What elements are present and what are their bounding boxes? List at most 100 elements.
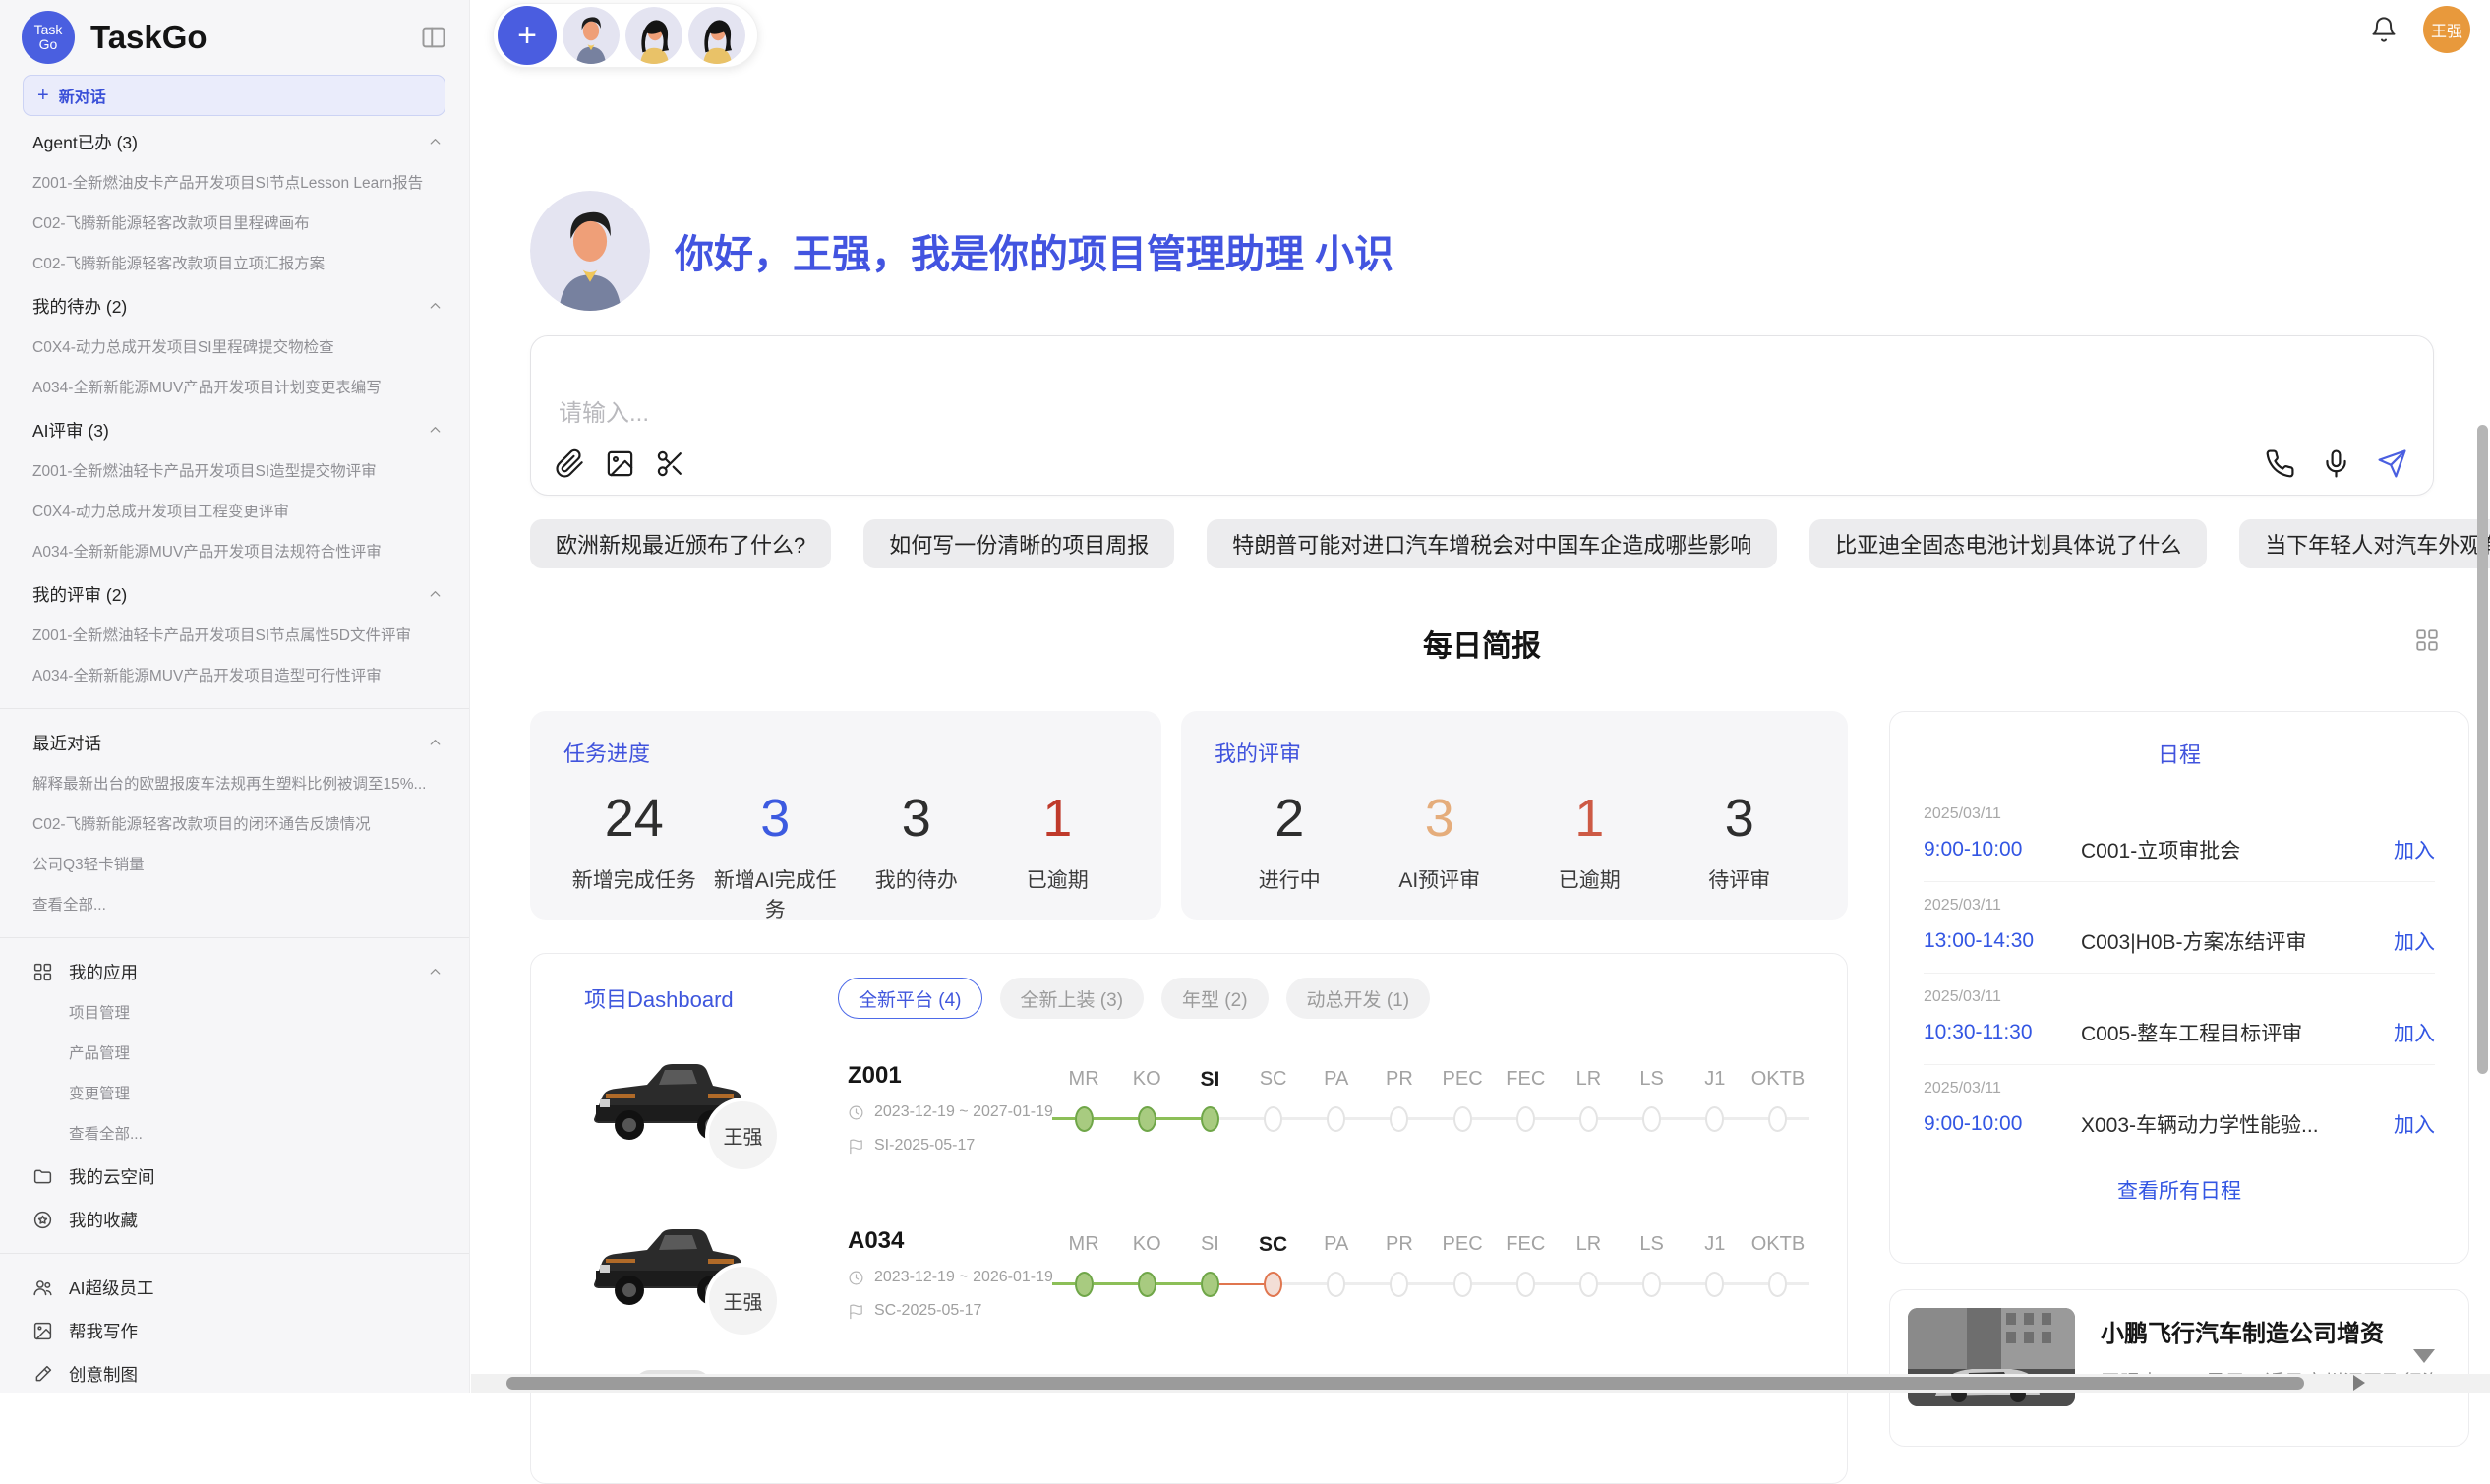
sidebar-section-header[interactable]: AI评审 (3) [0, 408, 469, 451]
sidebar-collapse-icon[interactable] [420, 24, 447, 51]
star-badge-icon [32, 1210, 53, 1230]
sidebar-item-favorites[interactable]: 我的收藏 [0, 1198, 469, 1241]
milestone-label: KO [1115, 1068, 1178, 1094]
attachment-icon[interactable] [555, 448, 585, 479]
sidebar-item[interactable]: A034-全新新能源MUV产品开发项目计划变更表编写 [0, 368, 469, 408]
avatar[interactable] [625, 7, 682, 64]
suggestion-chip[interactable]: 比亚迪全固态电池计划具体说了什么 [1809, 519, 2207, 568]
layout-grid-icon[interactable] [2414, 627, 2440, 653]
tab-new-platform[interactable]: 全新平台 (4) [838, 978, 982, 1019]
sidebar-item-help-write[interactable]: 帮我写作 [0, 1309, 469, 1352]
milestone-node [1579, 1106, 1598, 1132]
suggestion-chip[interactable]: 欧洲新规最近颁布了什么? [530, 519, 831, 568]
sidebar-item-creative-draw[interactable]: 创意制图 [0, 1352, 469, 1393]
news-card[interactable]: 小鹏飞行汽车制造公司增资 天眼查 App 显示，近日广州汇天飞行汽... [1889, 1289, 2469, 1447]
notification-bell-icon[interactable] [2370, 16, 2398, 43]
user-avatar[interactable]: 王强 [2423, 6, 2470, 53]
greeting-title: 你好，王强，我是你的项目管理助理 小识 [675, 222, 1393, 279]
news-title: 小鹏飞行汽车制造公司增资 [2101, 1308, 2451, 1348]
join-link[interactable]: 加入 [2394, 926, 2435, 956]
stat-value: 1 [1514, 788, 1665, 849]
tab-new-body[interactable]: 全新上装 (3) [1000, 978, 1145, 1019]
project-row[interactable]: 王强 Z001 2023-12-19 ~ 2027-01-19 SI-2025-… [570, 1042, 1812, 1210]
app-logo: Task Go [22, 11, 75, 64]
sidebar-item[interactable]: A034-全新新能源MUV产品开发项目法规符合性评审 [0, 532, 469, 572]
horizontal-scrollbar[interactable] [506, 1377, 2304, 1390]
clock-icon [848, 1104, 864, 1121]
milestone-label: PEC [1431, 1233, 1494, 1259]
chevron-up-icon [427, 964, 444, 980]
milestone-label: J1 [1684, 1233, 1747, 1259]
sidebar-section-header[interactable]: 最近对话 [0, 721, 469, 764]
avatar[interactable] [563, 7, 620, 64]
my-review-card: 我的评审 2进行中 3AI预评审 1已逾期 3待评审 [1181, 711, 1848, 920]
milestone-label: MR [1052, 1233, 1115, 1259]
sidebar-item-cloud-space[interactable]: 我的云空间 [0, 1155, 469, 1198]
milestone-label: LR [1557, 1068, 1620, 1094]
sidebar: Task Go TaskGo + 新对话 Agent已办 (3)Z001-全新燃… [0, 0, 470, 1393]
sidebar-item-ai-employee[interactable]: AI超级员工 [0, 1266, 469, 1309]
folder-icon [32, 1166, 53, 1187]
owner-badge: 王强 [705, 1263, 781, 1338]
project-flag: SC-2025-05-17 [874, 1302, 981, 1320]
schedule-name: C003|H0B-方案冻结评审 [2081, 926, 2394, 956]
microphone-icon[interactable] [2321, 448, 2351, 479]
vertical-scrollbar[interactable] [2477, 425, 2488, 1074]
sidebar-item-my-apps[interactable]: 我的应用 [0, 950, 469, 993]
sidebar-item[interactable]: 公司Q3轻卡销量 [0, 845, 469, 885]
sidebar-item[interactable]: Z001-全新燃油轻卡产品开发项目SI造型提交物评审 [0, 451, 469, 492]
tab-model-year[interactable]: 年型 (2) [1161, 978, 1269, 1019]
chat-input[interactable]: 请输入... [559, 393, 649, 428]
stat-value: 3 [705, 788, 847, 849]
sidebar-item[interactable]: 查看全部... [0, 1114, 469, 1155]
sidebar-section-header[interactable]: 我的评审 (2) [0, 572, 469, 616]
suggestion-chip[interactable]: 特朗普可能对进口汽车增税会对中国车企造成哪些影响 [1207, 519, 1777, 568]
join-link[interactable]: 加入 [2394, 1018, 2435, 1047]
sidebar-item[interactable]: C0X4-动力总成开发项目工程变更评审 [0, 492, 469, 532]
sidebar-item[interactable]: C02-飞腾新能源轻客改款项目里程碑画布 [0, 204, 469, 244]
assistant-avatar [530, 191, 650, 311]
sidebar-item[interactable]: 项目管理 [0, 993, 469, 1034]
sidebar-item[interactable]: 变更管理 [0, 1074, 469, 1114]
milestone-node [1705, 1106, 1724, 1132]
scroll-right-arrow[interactable] [2353, 1375, 2365, 1391]
suggestion-chips: 欧洲新规最近颁布了什么? 如何写一份清晰的项目周报 特朗普可能对进口汽车增税会对… [530, 519, 2434, 568]
add-conversation-button[interactable]: + [498, 6, 557, 65]
schedule-item: 2025/03/11 10:30-11:30 C005-整车工程目标评审 加入 [1924, 974, 2435, 1065]
tab-powertrain[interactable]: 动总开发 (1) [1286, 978, 1431, 1019]
new-chat-button[interactable]: + 新对话 [23, 75, 445, 116]
stat-value: 1 [987, 788, 1129, 849]
sidebar-item[interactable]: C02-飞腾新能源轻客改款项目的闭环通告反馈情况 [0, 804, 469, 845]
sidebar-item[interactable]: 查看全部... [0, 885, 469, 925]
avatar[interactable] [688, 7, 745, 64]
apps-grid-icon [32, 962, 53, 982]
sidebar-item[interactable]: C0X4-动力总成开发项目SI里程碑提交物检查 [0, 327, 469, 368]
sidebar-section-header[interactable]: Agent已办 (3) [0, 120, 469, 163]
scissors-icon[interactable] [655, 448, 685, 479]
view-all-schedule-link[interactable]: 查看所有日程 [1924, 1175, 2435, 1205]
project-row[interactable]: 王强 A034 2023-12-19 ~ 2026-01-19 SC-2025-… [570, 1208, 1812, 1375]
suggestion-chip[interactable]: 当下年轻人对汽车外观有怎样的喜好趋势 [2239, 519, 2490, 568]
phone-call-icon[interactable] [2265, 448, 2295, 479]
sidebar-item[interactable]: Z001-全新燃油皮卡产品开发项目SI节点Lesson Learn报告 [0, 163, 469, 204]
sidebar-item[interactable]: Z001-全新燃油轻卡产品开发项目SI节点属性5D文件评审 [0, 616, 469, 656]
sidebar-section-header[interactable]: 我的待办 (2) [0, 284, 469, 327]
milestone-label: PA [1305, 1068, 1368, 1094]
stat-value: 3 [1665, 788, 1815, 849]
task-progress-card: 任务进度 24新增完成任务 3新增AI完成任务 3我的待办 1已逾期 [530, 711, 1161, 920]
milestone-label: SI [1178, 1068, 1241, 1094]
sidebar-item[interactable]: C02-飞腾新能源轻客改款项目立项汇报方案 [0, 244, 469, 284]
chevron-up-icon [427, 422, 444, 439]
send-icon[interactable] [2377, 448, 2407, 479]
milestone-node [1075, 1106, 1094, 1132]
image-upload-icon[interactable] [605, 448, 635, 479]
suggestion-chip[interactable]: 如何写一份清晰的项目周报 [863, 519, 1174, 568]
join-link[interactable]: 加入 [2394, 835, 2435, 864]
sidebar-item[interactable]: 产品管理 [0, 1034, 469, 1074]
scroll-down-arrow[interactable] [2413, 1349, 2435, 1363]
sidebar-item[interactable]: A034-全新新能源MUV产品开发项目造型可行性评审 [0, 656, 469, 696]
join-link[interactable]: 加入 [2394, 1109, 2435, 1139]
sidebar-item[interactable]: 解释最新出台的欧盟报废车法规再生塑料比例被调至15%... [0, 764, 469, 804]
milestone-node [1390, 1106, 1408, 1132]
chevron-up-icon [427, 298, 444, 315]
